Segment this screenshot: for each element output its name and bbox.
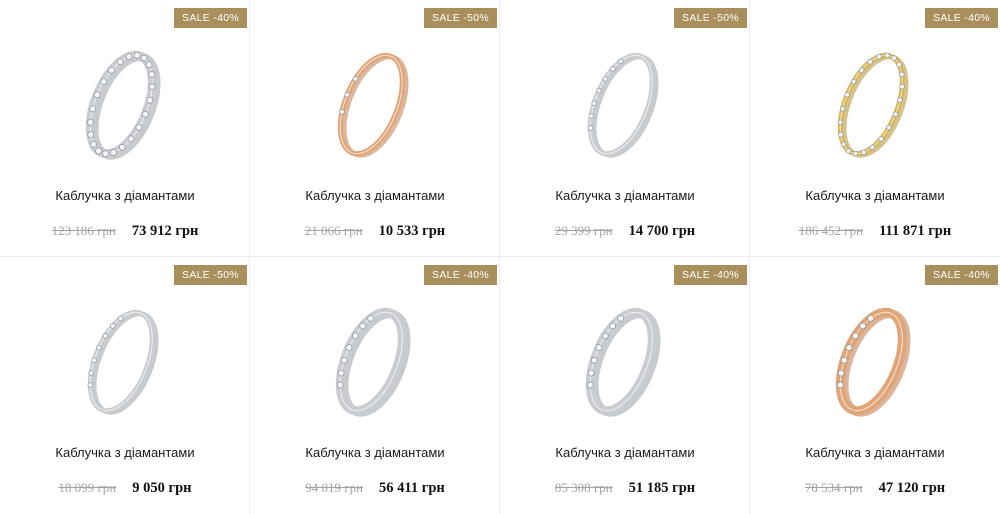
product-title[interactable]: Каблучка з діамантами [750,188,1000,203]
ring-icon [87,309,159,415]
sale-price: 9 050 грн [132,480,192,496]
sale-badge: SALE -50% [424,8,497,28]
product-image[interactable] [0,36,250,176]
product-card[interactable]: SALE -40% Каблучка з діамантами 85 308 г… [500,257,750,514]
product-image[interactable] [750,293,1000,433]
old-price: 21 066 грн [304,223,363,238]
product-title[interactable]: Каблучка з діамантами [250,188,500,203]
sale-badge: SALE -50% [174,265,247,285]
sale-price: 51 185 грн [628,480,696,496]
product-title[interactable]: Каблучка з діамантами [0,188,250,203]
product-title[interactable]: Каблучка з діамантами [0,445,250,460]
price-block: 85 308 грн 51 185 грн [500,480,750,497]
ring-icon [85,50,161,160]
sale-badge: SALE -40% [925,265,998,285]
sale-badge: SALE -40% [674,265,747,285]
product-card[interactable]: SALE -40% Каблучка з діамантами 186 452 … [750,0,1000,257]
old-price: 186 452 грн [798,223,864,238]
price-block: 78 534 грн 47 120 грн [750,480,1000,497]
product-title[interactable]: Каблучка з діамантами [500,188,750,203]
sale-badge: SALE -40% [925,8,998,28]
product-card[interactable]: SALE -40% Каблучка з діамантами 78 534 г… [750,257,1000,514]
product-card[interactable]: SALE -40% Каблучка з діамантами 123 186 … [0,0,250,257]
old-price: 18 099 грн [58,480,117,495]
ring-icon [337,52,409,158]
price-block: 94 019 грн 56 411 грн [250,480,500,497]
ring-icon [585,307,661,417]
old-price: 85 308 грн [554,480,613,495]
old-price: 123 186 грн [51,223,116,238]
sale-badge: SALE -50% [674,8,747,28]
price-block: 21 066 грн 10 533 грн [250,223,500,240]
ring-icon [587,52,659,158]
product-title[interactable]: Каблучка з діамантами [250,445,500,460]
product-title[interactable]: Каблучка з діамантами [750,445,1000,460]
price-block: 18 099 грн 9 050 грн [0,480,250,497]
product-grid: SALE -40% Каблучка з діамантами 123 186 … [0,0,1000,514]
product-image[interactable] [500,293,750,433]
ring-icon [835,307,911,417]
product-card[interactable]: SALE -40% Каблучка з діамантами 94 019 г… [250,257,500,514]
ring-icon [837,52,909,158]
product-card[interactable]: SALE -50% Каблучка з діамантами 29 399 г… [500,0,750,257]
price-block: 186 452 грн 111 871 грн [750,223,1000,240]
sale-price: 56 411 грн [379,480,445,496]
product-image[interactable] [500,36,750,176]
sale-price: 10 533 грн [378,223,446,239]
sale-price: 73 912 грн [131,223,199,239]
sale-badge: SALE -40% [424,265,497,285]
product-image[interactable] [750,36,1000,176]
old-price: 29 399 грн [554,223,613,238]
sale-price: 111 871 грн [879,223,952,239]
product-image[interactable] [0,293,250,433]
sale-price: 47 120 грн [878,480,946,496]
price-block: 29 399 грн 14 700 грн [500,223,750,240]
old-price: 94 019 грн [305,480,364,495]
ring-icon [335,307,411,417]
price-block: 123 186 грн 73 912 грн [0,223,250,240]
product-card[interactable]: SALE -50% Каблучка з діамантами 18 099 г… [0,257,250,514]
product-card[interactable]: SALE -50% Каблучка з діамантами 21 066 г… [250,0,500,257]
old-price: 78 534 грн [804,480,863,495]
product-image[interactable] [250,293,500,433]
product-image[interactable] [250,36,500,176]
sale-badge: SALE -40% [174,8,247,28]
product-title[interactable]: Каблучка з діамантами [500,445,750,460]
sale-price: 14 700 грн [628,223,696,239]
